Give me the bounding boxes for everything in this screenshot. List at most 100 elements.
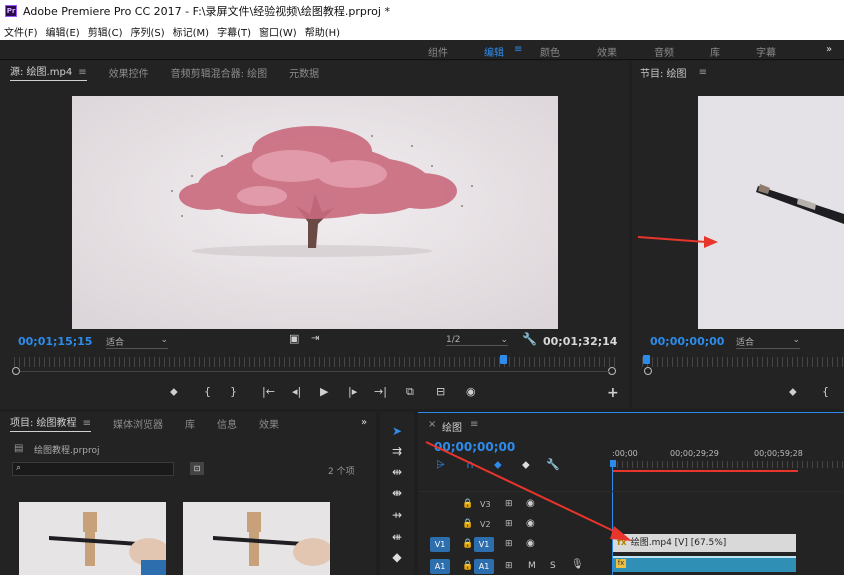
overwrite-icon[interactable]: ⊟ <box>436 385 445 398</box>
lock-icon[interactable]: 🔒 <box>462 561 473 571</box>
menu-edit[interactable]: 编辑(E) <box>46 24 80 39</box>
menu-sequence[interactable]: 序列(S) <box>130 24 164 39</box>
workspace-overflow-icon[interactable]: » <box>826 44 832 55</box>
slide-tool-icon[interactable]: ⇺ <box>387 530 407 544</box>
menu-bar: 文件(F) 编辑(E) 剪辑(C) 序列(S) 标记(M) 字幕(T) 窗口(W… <box>0 22 844 40</box>
project-file-name: 绘图教程.prproj <box>34 446 100 456</box>
cherry-tree-image <box>72 96 558 329</box>
pen-tool-icon[interactable]: ◆ <box>387 550 407 564</box>
clip-label: 绘图.mp4 [V] [67.5%] <box>630 538 727 548</box>
video-clip[interactable]: fx 绘图.mp4 [V] [67.5%] <box>613 534 796 552</box>
mute-button[interactable]: M <box>528 561 536 571</box>
rolling-edit-tool-icon[interactable]: ⇼ <box>387 486 407 500</box>
clip-thumbnail-image <box>19 502 166 575</box>
zoom-handle-left[interactable] <box>12 367 20 375</box>
tab-project[interactable]: 项目: 绘图教程 ≡ <box>10 414 91 432</box>
project-thumbnail-2[interactable] <box>183 502 330 575</box>
workspace-editing[interactable]: 编辑 <box>484 44 504 59</box>
tab-program[interactable]: 节目: 绘图 <box>640 65 687 80</box>
play-icon[interactable]: ▶ <box>320 385 328 398</box>
selection-tool-icon[interactable]: ➤ <box>387 424 407 438</box>
track-select-tool-icon[interactable]: ⇉ <box>387 444 407 458</box>
clip-thumbnail-image <box>183 502 330 575</box>
tab-metadata[interactable]: 元数据 <box>289 65 319 80</box>
settings-square-icon[interactable]: ▣ <box>289 332 299 345</box>
workspace-effects[interactable]: 效果 <box>597 44 617 59</box>
project-overflow-icon[interactable]: » <box>361 417 367 428</box>
mark-in-icon[interactable]: { <box>822 385 829 398</box>
project-item-count: 2 个项 <box>328 467 355 477</box>
source-timecode-out: 00;01;32;14 <box>543 335 618 348</box>
timeline-ruler[interactable] <box>612 461 844 468</box>
panel-menu-icon[interactable]: ≡ <box>470 419 478 430</box>
solo-button[interactable]: S <box>550 561 556 571</box>
add-marker-icon[interactable]: ⬥ <box>170 385 178 399</box>
export-frame-icon[interactable]: ◉ <box>466 385 476 398</box>
menu-file[interactable]: 文件(F) <box>4 24 38 39</box>
panel-menu-icon[interactable]: ≡ <box>83 418 91 429</box>
menu-marker[interactable]: 标记(M) <box>173 24 209 39</box>
track-a1-target[interactable]: A1 <box>474 559 494 574</box>
program-playhead[interactable] <box>643 355 650 364</box>
title-bar: Pr Adobe Premiere Pro CC 2017 - F:\录屏文件\… <box>0 0 844 22</box>
workspace-assembly[interactable]: 组件 <box>428 44 448 59</box>
menu-help[interactable]: 帮助(H) <box>305 24 340 39</box>
insert-overlay-icon[interactable]: ⇥ <box>311 333 319 344</box>
zoom-handle-left[interactable] <box>644 367 652 375</box>
project-thumbnail-1[interactable] <box>19 502 166 575</box>
menu-clip[interactable]: 剪辑(C) <box>88 24 123 39</box>
tab-effects[interactable]: 效果 <box>259 416 279 431</box>
menu-window[interactable]: 窗口(W) <box>259 24 297 39</box>
program-time-ruler[interactable] <box>642 357 844 367</box>
wrench-icon[interactable]: 🔧 <box>522 332 537 346</box>
button-editor-add-icon[interactable]: + <box>607 385 619 401</box>
project-file-icon: ▤ <box>14 443 24 454</box>
source-time-ruler[interactable] <box>14 357 618 367</box>
workspace-audio[interactable]: 音频 <box>654 44 674 59</box>
menu-title[interactable]: 字幕(T) <box>217 24 251 39</box>
program-timecode[interactable]: 00;00;00;00 <box>650 335 724 348</box>
add-marker-icon[interactable]: ⬥ <box>789 385 797 399</box>
audio-clip[interactable]: fx <box>613 556 796 572</box>
insert-icon[interactable]: ⧉ <box>406 385 414 399</box>
source-fit-select[interactable]: 适合 ⌄ <box>106 335 168 349</box>
workspace-color[interactable]: 颜色 <box>540 44 560 59</box>
mark-in-icon[interactable]: { <box>204 385 211 398</box>
project-search-input[interactable]: ⌕ <box>12 462 174 476</box>
go-to-out-icon[interactable]: →| <box>374 385 387 398</box>
tab-info[interactable]: 信息 <box>217 416 237 431</box>
source-video-frame <box>72 96 558 329</box>
window-title: Adobe Premiere Pro CC 2017 - F:\录屏文件\经验视… <box>23 5 390 18</box>
microphone-icon[interactable]: 🎙 <box>571 559 584 570</box>
work-area-bar[interactable] <box>612 470 798 472</box>
tab-media-browser[interactable]: 媒体浏览器 <box>113 416 163 431</box>
tab-effect-controls[interactable]: 效果控件 <box>109 65 149 80</box>
ripple-edit-tool-icon[interactable]: ⇹ <box>387 465 407 479</box>
source-resolution-select[interactable]: 1/2 ⌄ <box>446 335 508 346</box>
tools-panel: ➤ ⇉ ⇹ ⇼ ⇸ ⇺ ◆ <box>380 412 414 575</box>
mark-out-icon[interactable]: } <box>230 385 237 398</box>
source-playhead[interactable] <box>500 355 507 364</box>
panel-menu-icon[interactable]: ≡ <box>699 67 707 78</box>
panel-menu-icon[interactable]: ≡ <box>78 67 86 78</box>
workspace-menu-icon[interactable]: ≡ <box>514 44 522 55</box>
tab-source[interactable]: 源: 绘图.mp4 ≡ <box>10 63 87 81</box>
sync-lock-icon[interactable]: ⊞ <box>505 561 513 571</box>
source-timecode-in[interactable]: 00;01;15;15 <box>18 335 92 348</box>
go-to-in-icon[interactable]: |← <box>262 385 275 398</box>
program-fit-select[interactable]: 适合 ⌄ <box>736 335 800 349</box>
chevron-down-icon: ⌄ <box>500 335 508 345</box>
tab-libraries[interactable]: 库 <box>185 416 195 431</box>
source-patch-a1[interactable]: A1 <box>430 559 450 574</box>
workspace-libraries[interactable]: 库 <box>710 44 720 59</box>
tab-timeline-sequence[interactable]: 绘图 <box>442 419 462 434</box>
tab-audio-clip-mixer[interactable]: 音频剪辑混合器: 绘图 <box>171 65 268 80</box>
step-forward-icon[interactable]: |▸ <box>348 385 357 398</box>
step-back-icon[interactable]: ◂| <box>292 385 301 398</box>
timeline-close-icon[interactable]: × <box>428 419 436 430</box>
workspace-captions[interactable]: 字幕 <box>756 44 776 59</box>
zoom-scrollbar[interactable] <box>20 371 610 372</box>
new-bin-from-search-icon[interactable]: ⊡ <box>190 462 204 475</box>
ruler-label-1: 00;00;29;29 <box>670 449 719 458</box>
slip-tool-icon[interactable]: ⇸ <box>387 508 407 522</box>
